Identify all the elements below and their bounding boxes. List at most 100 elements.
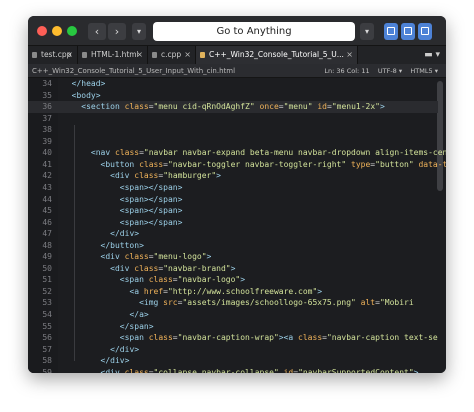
code-token: </button>	[100, 240, 144, 250]
line-number: 47	[42, 229, 52, 239]
code-token: href	[143, 286, 164, 296]
encoding-selector[interactable]: UTF-8	[378, 67, 397, 75]
code-text: </span>	[62, 321, 154, 333]
tab-close-icon[interactable]: ×	[136, 46, 143, 64]
tab-list-menu-icon[interactable]: ▬ ▾	[424, 46, 440, 64]
code-text: </a>	[62, 309, 149, 321]
code-line[interactable]: 36 <section class="menu cid-qRnOdAghfZ" …	[28, 101, 438, 113]
code-text: <body>	[62, 90, 101, 102]
layout-toggles	[384, 23, 432, 40]
code-token: "menu-logo"	[153, 252, 207, 262]
code-text: <a href="http://www.schoolfreeware.com">	[62, 286, 322, 298]
code-token: class	[139, 159, 164, 169]
code-line[interactable]: 37	[28, 113, 438, 125]
file-icon	[152, 52, 157, 58]
code-token: class	[134, 263, 159, 273]
tab-close-icon[interactable]: ×	[66, 46, 73, 64]
line-number: 49	[42, 252, 52, 262]
line-number: 35	[42, 90, 52, 100]
code-line[interactable]: 48 </button>	[28, 240, 438, 252]
code-line[interactable]: 39	[28, 136, 438, 148]
tab-test-cpp[interactable]: test.cpp ×	[28, 46, 78, 64]
code-token: <div	[100, 367, 125, 373]
code-token: <span></span>	[119, 182, 183, 192]
code-text: <button class="navbar-toggler navbar-tog…	[62, 159, 446, 171]
pane-icon	[387, 27, 395, 35]
go-to-anything-input[interactable]: Go to Anything	[153, 22, 355, 41]
left-pane-toggle-button[interactable]	[384, 23, 398, 40]
code-line[interactable]: 49 <div class="menu-logo">	[28, 251, 438, 263]
go-to-anything-dropdown[interactable]: ▾	[360, 23, 374, 40]
line-number: 43	[42, 182, 52, 192]
code-line[interactable]: 47 </div>	[28, 228, 438, 240]
code-line[interactable]: 56 <span class="navbar-caption-wrap"><a …	[28, 332, 438, 344]
tab-cpp-win32-console-tutorial[interactable]: C++_Win32_Console_Tutorial_5_U... ×	[196, 46, 358, 64]
bottom-pane-toggle-button[interactable]	[401, 23, 415, 40]
code-text: <div class="menu-logo">	[62, 251, 212, 263]
code-line[interactable]: 46 <span></span>	[28, 217, 438, 229]
code-token: >	[413, 367, 419, 373]
code-token: <div	[100, 252, 125, 262]
code-line[interactable]: 44 <span></span>	[28, 194, 438, 206]
code-text: <span class="navbar-caption-wrap"><a cla…	[62, 332, 438, 344]
code-line[interactable]: 52 <a href="http://www.schoolfreeware.co…	[28, 286, 438, 298]
code-token: >	[216, 171, 221, 181]
code-line[interactable]: 34 </head>	[28, 78, 438, 90]
code-token: <div	[110, 263, 135, 273]
file-icon	[82, 52, 87, 58]
code-line[interactable]: 35 <body>	[28, 90, 438, 102]
language-selector[interactable]: HTML5	[410, 67, 432, 75]
line-number: 37	[42, 113, 52, 123]
code-line[interactable]: 42 <div class="hamburger">	[28, 170, 438, 182]
code-line[interactable]: 38	[28, 124, 438, 136]
code-line[interactable]: 41 <button class="navbar-toggler navbar-…	[28, 159, 446, 171]
tab-close-icon[interactable]: ×	[346, 46, 353, 64]
code-token: >	[230, 263, 236, 273]
line-number: 38	[42, 125, 52, 135]
line-number: 40	[42, 148, 52, 158]
code-token: alt	[360, 298, 376, 308]
code-token: </a>	[129, 310, 149, 319]
code-line[interactable]: 50 <div class="navbar-brand">	[28, 263, 438, 275]
tab-close-icon[interactable]: ×	[184, 46, 191, 64]
code-line[interactable]: 55 </span>	[28, 321, 438, 333]
code-text: </div>	[62, 344, 139, 356]
code-line[interactable]: 53 <img src="assets/images/schoollogo-65…	[28, 297, 438, 309]
breadcrumb[interactable]: C++_Win32_Console_Tutorial_5_User_Input_…	[32, 64, 235, 78]
code-token: class	[124, 367, 149, 373]
code-token: "navbar-brand"	[163, 263, 231, 273]
code-line[interactable]: 45 <span></span>	[28, 205, 438, 217]
pane-icon	[421, 27, 429, 35]
history-dropdown-button[interactable]: ▾	[132, 23, 146, 40]
tab-c-cpp[interactable]: c.cpp ×	[148, 46, 196, 64]
tab-html-1-html[interactable]: HTML-1.html ×	[78, 46, 148, 64]
code-token: </div>	[100, 356, 130, 366]
code-line[interactable]: 58 </div>	[28, 355, 438, 367]
code-line[interactable]: 57 </div>	[28, 344, 438, 356]
code-line[interactable]: 51 <span class="navbar-logo">	[28, 274, 438, 286]
zoom-window-button[interactable]	[67, 26, 77, 36]
close-window-button[interactable]	[37, 26, 47, 36]
code-token: "menu1-2x"	[331, 102, 380, 112]
code-line[interactable]: 40 <nav class="navbar navbar-expand beta…	[28, 147, 446, 159]
back-button[interactable]: ‹	[88, 23, 106, 40]
code-editor[interactable]: 34 </head> 35 <body> 36 <section class="me…	[28, 78, 446, 373]
code-line[interactable]: 59 <div class="collapse navbar-collapse"…	[28, 367, 438, 373]
code-token: <span	[119, 275, 149, 285]
code-token: <div	[110, 171, 135, 181]
line-number: 51	[42, 275, 52, 285]
forward-button[interactable]: ›	[108, 23, 126, 40]
code-token: class	[134, 171, 159, 181]
code-token: data-tog	[418, 159, 446, 169]
code-text: <nav class="navbar navbar-expand beta-me…	[62, 147, 446, 159]
code-line[interactable]: 54 </a>	[28, 309, 438, 321]
code-token: <nav	[90, 148, 115, 158]
tab-label: c.cpp	[161, 50, 182, 59]
history-nav: ‹ ›	[88, 23, 126, 40]
right-pane-toggle-button[interactable]	[418, 23, 432, 40]
code-text: </div>	[62, 355, 130, 367]
code-text: <div class="navbar-brand">	[62, 263, 235, 275]
code-line[interactable]: 43 <span></span>	[28, 182, 438, 194]
status-info: Ln: 36 Col: 11 UTF-8 ▾ HTML5 ▾	[324, 64, 438, 78]
minimize-window-button[interactable]	[52, 26, 62, 36]
